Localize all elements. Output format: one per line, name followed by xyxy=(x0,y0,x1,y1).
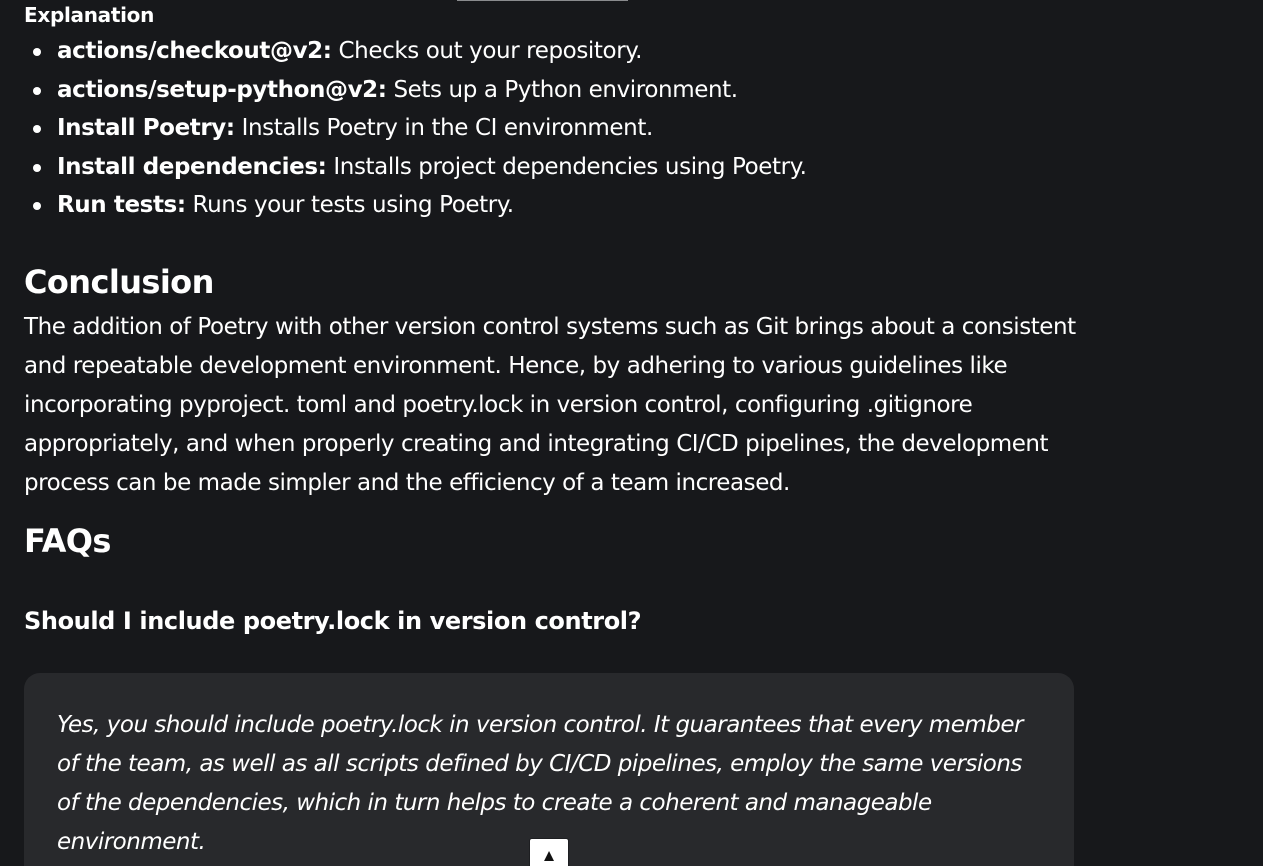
bullet-term: actions/checkout@v2: xyxy=(57,38,332,64)
conclusion-heading: Conclusion xyxy=(24,263,214,301)
bullet-description: Installs project dependencies using Poet… xyxy=(326,153,807,180)
bullet-term: Run tests: xyxy=(57,192,186,219)
explanation-list: actions/checkout@v2: Checks out your rep… xyxy=(24,32,1074,225)
bullet-description: Installs Poetry in the CI environment. xyxy=(234,115,654,142)
top-divider xyxy=(457,0,628,1)
bullet-icon xyxy=(33,163,41,172)
list-item: Run tests: Runs your tests using Poetry. xyxy=(24,186,1074,225)
conclusion-paragraph: The addition of Poetry with other versio… xyxy=(24,314,1076,496)
faqs-heading: FAQs xyxy=(24,522,111,560)
explanation-heading: Explanation xyxy=(24,3,155,27)
bullet-description: Runs your tests using Poetry. xyxy=(185,192,515,219)
list-item: Install Poetry: Installs Poetry in the C… xyxy=(24,109,1074,148)
list-item: actions/checkout@v2: Checks out your rep… xyxy=(24,32,1074,71)
bullet-icon xyxy=(33,48,41,56)
bullet-term: actions/setup-python@v2: xyxy=(57,76,387,103)
bullet-icon xyxy=(33,86,41,95)
list-item: actions/setup-python@v2: Sets up a Pytho… xyxy=(24,71,1074,110)
list-item: Install dependencies: Installs project d… xyxy=(24,148,1074,187)
bullet-term: Install Poetry: xyxy=(57,115,235,142)
bullet-icon xyxy=(33,125,41,134)
arrow-up-icon: ▲ xyxy=(540,846,558,865)
bullet-term: Install dependencies: xyxy=(57,153,327,180)
bullet-description: Checks out your repository. xyxy=(331,38,643,64)
scroll-to-top-button[interactable]: ▲ xyxy=(529,838,569,866)
bullet-description: Sets up a Python environment. xyxy=(386,76,738,103)
bullet-icon xyxy=(33,202,41,211)
faq-question: Should I include poetry.lock in version … xyxy=(24,607,642,635)
